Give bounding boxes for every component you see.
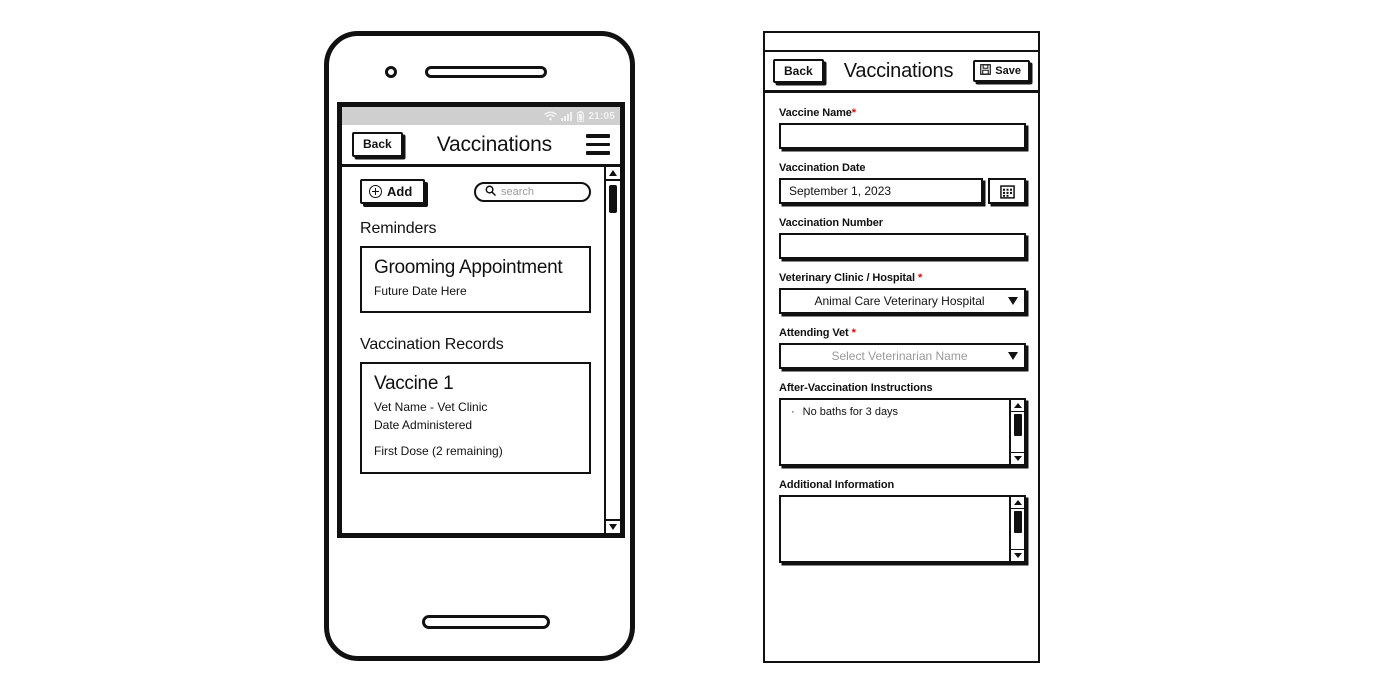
phone-scrollbar[interactable] xyxy=(604,167,620,533)
label-attending-vet: Attending Vet * xyxy=(779,327,1026,339)
search-placeholder: search xyxy=(501,185,535,198)
scroll-up-arrow-icon[interactable] xyxy=(1011,400,1024,412)
form-back-button[interactable]: Back xyxy=(773,58,824,84)
hamburger-menu-icon[interactable] xyxy=(586,134,610,155)
status-bar-time: 21:05 xyxy=(588,110,615,122)
phone-screen-body: Add search Reminders Grooming Appointmen… xyxy=(342,167,620,533)
scrollbar-thumb[interactable] xyxy=(609,185,617,213)
vaccine-card-title: Vaccine 1 xyxy=(374,373,454,395)
clinic-select[interactable]: Animal Care Veterinary Hospital xyxy=(779,288,1026,314)
attending-vet-placeholder: Select Veterinarian Name xyxy=(831,349,968,363)
scrollbar-thumb[interactable] xyxy=(1013,414,1022,436)
field-instructions: After-Vaccination Instructions · No bath… xyxy=(779,382,1026,466)
label-instructions: After-Vaccination Instructions xyxy=(779,382,933,394)
label-text: Veterinary Clinic / Hospital xyxy=(779,272,915,284)
label-clinic: Veterinary Clinic / Hospital * xyxy=(779,272,1026,284)
save-button[interactable]: Save xyxy=(973,60,1030,82)
add-button-label: Add xyxy=(387,184,413,199)
card-spacer xyxy=(374,434,577,443)
reminder-card-title: Grooming Appointment xyxy=(374,257,563,278)
floppy-disk-icon xyxy=(980,64,992,78)
vaccine-record-card[interactable]: Vaccine 1 Vet Name - Vet Clinic Date Adm… xyxy=(360,362,591,474)
phone-content: Add search Reminders Grooming Appointmen… xyxy=(342,167,604,533)
form-status-bar xyxy=(765,33,1038,52)
signal-bars-icon xyxy=(561,111,573,121)
phone-screen: 21:05 Back Vaccinations Add search Remin… xyxy=(337,102,625,538)
form-app-bar: Back Vaccinations Save xyxy=(765,52,1038,93)
form-body: Vaccine Name* Vaccination Date September… xyxy=(765,93,1038,661)
save-button-label: Save xyxy=(995,65,1021,77)
phone-app-bar: Back Vaccinations xyxy=(342,125,620,167)
scrollbar-track[interactable] xyxy=(606,181,620,519)
field-clinic: Veterinary Clinic / Hospital * Animal Ca… xyxy=(779,272,1026,314)
label-text: Vaccine Name xyxy=(779,107,852,119)
search-icon xyxy=(485,183,496,201)
additional-information-scrollbar[interactable] xyxy=(1009,497,1024,561)
required-asterisk: * xyxy=(917,272,923,284)
scroll-down-arrow-icon[interactable] xyxy=(606,519,620,533)
form-page-title: Vaccinations xyxy=(843,59,954,82)
earpiece-speaker xyxy=(425,66,547,78)
field-vaccination-number: Vaccination Number xyxy=(779,217,1026,259)
instructions-scrollbar[interactable] xyxy=(1009,400,1024,464)
field-attending-vet: Attending Vet * Select Veterinarian Name xyxy=(779,327,1026,369)
field-vaccination-date: Vaccination Date September 1, 2023 xyxy=(779,162,1026,204)
vaccination-form-panel: Back Vaccinations Save Vaccine Name* Vac… xyxy=(763,31,1040,663)
back-button[interactable]: Back xyxy=(352,132,403,157)
label-additional-information: Additional Information xyxy=(779,479,895,491)
vaccination-date-input[interactable]: September 1, 2023 xyxy=(779,178,983,204)
clinic-selected-value: Animal Care Veterinary Hospital xyxy=(814,294,985,308)
bullet-icon: · xyxy=(791,406,795,418)
list-toolbar: Add search xyxy=(360,179,591,204)
vaccination-date-row: September 1, 2023 xyxy=(779,178,1026,204)
additional-information-content[interactable] xyxy=(781,497,1009,561)
scrollbar-track[interactable] xyxy=(1011,509,1024,549)
phone-mockup: 21:05 Back Vaccinations Add search Remin… xyxy=(324,31,635,661)
wireframe-canvas: 21:05 Back Vaccinations Add search Remin… xyxy=(0,0,1400,700)
label-text: Attending Vet xyxy=(779,327,849,339)
front-camera-icon xyxy=(385,66,397,78)
label-vaccine-name: Vaccine Name* xyxy=(779,107,1026,119)
instructions-content[interactable]: · No baths for 3 days xyxy=(781,400,1009,464)
plus-circle-icon xyxy=(369,185,382,198)
field-additional-information: Additional Information xyxy=(779,479,1026,563)
chevron-down-icon xyxy=(1008,352,1018,360)
reminder-card[interactable]: Grooming Appointment Future Date Here xyxy=(360,246,591,314)
vaccine-card-date: Date Administered xyxy=(374,417,473,432)
vaccine-card-dose: First Dose (2 remaining) xyxy=(374,444,503,459)
battery-icon xyxy=(577,110,585,122)
section-heading-reminders: Reminders xyxy=(360,220,437,237)
chevron-down-icon xyxy=(1008,297,1018,305)
field-vaccine-name: Vaccine Name* xyxy=(779,107,1026,149)
reminder-card-date: Future Date Here xyxy=(374,284,467,298)
vaccine-name-input[interactable] xyxy=(779,123,1026,149)
scroll-down-arrow-icon[interactable] xyxy=(1011,452,1024,464)
instructions-item-text: No baths for 3 days xyxy=(802,406,899,418)
instructions-list-item: · No baths for 3 days xyxy=(791,406,1003,418)
calendar-icon[interactable] xyxy=(988,178,1026,204)
section-heading-vaccination-records: Vaccination Records xyxy=(360,336,504,354)
home-button[interactable] xyxy=(422,615,550,629)
vaccination-number-input[interactable] xyxy=(779,233,1026,259)
required-asterisk: * xyxy=(851,107,856,119)
attending-vet-select[interactable]: Select Veterinarian Name xyxy=(779,343,1026,369)
scroll-up-arrow-icon[interactable] xyxy=(1011,497,1024,509)
page-title: Vaccinations xyxy=(436,132,552,156)
required-asterisk: * xyxy=(851,327,856,339)
scrollbar-track[interactable] xyxy=(1011,412,1024,452)
label-vaccination-number: Vaccination Number xyxy=(779,217,883,229)
add-button[interactable]: Add xyxy=(360,179,426,204)
scroll-down-arrow-icon[interactable] xyxy=(1011,549,1024,561)
additional-information-textarea[interactable] xyxy=(779,495,1026,563)
wifi-icon xyxy=(544,111,558,121)
scrollbar-thumb[interactable] xyxy=(1013,511,1022,533)
vaccine-card-vet: Vet Name - Vet Clinic xyxy=(374,400,488,415)
scroll-up-arrow-icon[interactable] xyxy=(606,167,620,181)
status-bar: 21:05 xyxy=(342,107,620,125)
instructions-textarea[interactable]: · No baths for 3 days xyxy=(779,398,1026,466)
search-input[interactable]: search xyxy=(474,181,591,202)
label-vaccination-date: Vaccination Date xyxy=(779,162,866,174)
